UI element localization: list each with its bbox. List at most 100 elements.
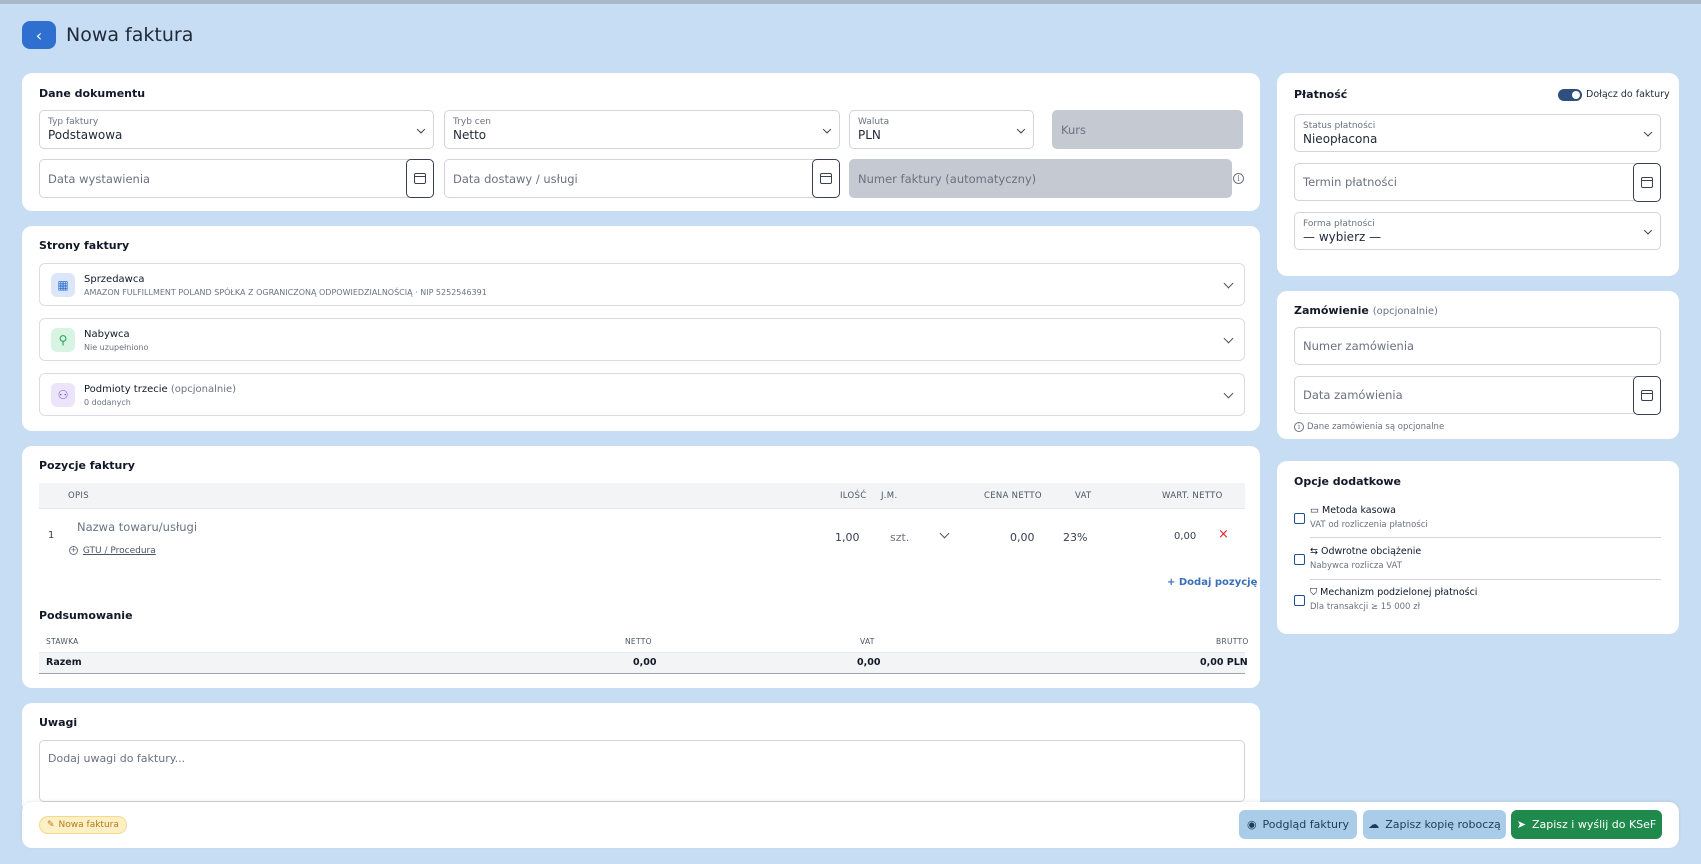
price-mode-value: Netto: [453, 128, 487, 142]
preview-button[interactable]: ◉ Podgląd faktury: [1239, 810, 1357, 839]
delete-row-icon[interactable]: ×: [1218, 527, 1229, 542]
notes-textarea[interactable]: Dodaj uwagi do faktury...: [39, 740, 1245, 802]
price-mode-select[interactable]: Tryb cen Netto: [444, 110, 840, 149]
payment-status-select[interactable]: Status płatności Nieopłacona: [1294, 114, 1661, 152]
chevron-down-icon: [1223, 333, 1234, 344]
payment-method-value: — wybierz —: [1303, 230, 1382, 244]
payment-due-calendar-button[interactable]: [1633, 163, 1661, 202]
issue-date-input[interactable]: Data wystawienia: [39, 159, 434, 198]
item-net-price-input[interactable]: 0,00: [1010, 531, 1035, 544]
options-divider: [1310, 537, 1661, 538]
payment-status-value: Nieopłacona: [1303, 132, 1378, 146]
attach-toggle[interactable]: [1558, 89, 1582, 101]
send-icon: ➤: [1516, 818, 1526, 831]
info-icon[interactable]: i: [1233, 173, 1244, 184]
buyer-title: Nabywca: [84, 329, 130, 340]
currency-select[interactable]: Waluta PLN: [849, 110, 1034, 149]
invoice-type-select[interactable]: Typ faktury Podstawowa: [39, 110, 434, 149]
page-title: Nowa faktura: [66, 24, 194, 46]
split-payment-title: ⛉ Mechanizm podzielonej płatności: [1310, 587, 1478, 598]
cash-method-checkbox[interactable]: [1294, 513, 1305, 524]
seller-subtitle: AMAZON FULFILLMENT POLAND SPÓŁKA Z OGRAN…: [84, 288, 487, 297]
col-net-price: CENA NETTO: [984, 491, 1042, 501]
eye-icon: ◉: [1246, 818, 1257, 831]
order-title: Zamówienie (opcjonalnie): [1294, 304, 1438, 317]
save-send-ksef-button[interactable]: ➤ Zapisz i wyślij do KSeF: [1511, 810, 1662, 839]
invoice-type-label: Typ faktury: [48, 117, 99, 127]
gtu-procedure-link[interactable]: + GTU / Procedura: [69, 546, 156, 556]
parties-card-title: Strony faktury: [39, 239, 130, 252]
back-button[interactable]: ‹: [22, 21, 56, 49]
chevron-down-icon: [416, 124, 426, 134]
calendar-icon: [414, 173, 426, 184]
plus-icon: +: [1167, 577, 1176, 588]
calendar-icon: [1641, 177, 1653, 188]
items-card-title: Pozycje faktury: [39, 459, 135, 472]
swap-arrows-icon: ⇆: [1310, 546, 1318, 557]
add-item-button[interactable]: + Dodaj pozycję: [1167, 577, 1257, 588]
toggle-knob: [1572, 91, 1580, 99]
top-border: [0, 0, 1701, 4]
order-date-placeholder: Data zamówienia: [1303, 388, 1403, 402]
invoice-number-placeholder: Numer faktury (automatyczny): [858, 171, 1037, 186]
exchange-rate-placeholder: Kurs: [1061, 122, 1086, 137]
third-parties-optional: (opcjonalnie): [170, 384, 237, 395]
item-name-input[interactable]: Nazwa towaru/usługi: [77, 520, 197, 534]
invoice-number-input[interactable]: Numer faktury (automatyczny): [849, 159, 1232, 198]
notes-title: Uwagi: [39, 716, 78, 729]
options-card: Opcje dodatkowe ▭ Metoda kasowa VAT od r…: [1277, 461, 1679, 634]
cash-register-icon: ▭: [1310, 505, 1319, 516]
col-qty: ILOŚĆ: [840, 491, 867, 501]
document-card: Dane dokumentu Typ faktury Podstawowa Tr…: [22, 73, 1260, 211]
items-card: Pozycje faktury OPIS ILOŚĆ J.M. CENA NET…: [22, 446, 1260, 688]
order-card: Zamówienie (opcjonalnie) Numer zamówieni…: [1277, 291, 1679, 439]
info-icon: i: [1294, 422, 1304, 432]
document-card-title: Dane dokumentu: [39, 87, 146, 100]
col-desc: OPIS: [68, 491, 89, 501]
order-date-calendar-button[interactable]: [1633, 376, 1661, 415]
col-vat: VAT: [1075, 491, 1092, 501]
options-divider: [1310, 579, 1661, 580]
items-table-header: [39, 483, 1245, 509]
chevron-down-icon: [1223, 388, 1234, 399]
third-parties-title: Podmioty trzecie (opcjonalnie): [84, 384, 237, 395]
third-parties-section[interactable]: ⚇ Podmioty trzecie (opcjonalnie) 0 dodan…: [39, 373, 1245, 416]
payment-method-select[interactable]: Forma płatności — wybierz —: [1294, 212, 1661, 250]
order-number-placeholder: Numer zamówienia: [1303, 339, 1415, 353]
page-header: ‹ Nowa faktura: [22, 20, 193, 50]
delivery-date-calendar-button[interactable]: [812, 159, 840, 198]
exchange-rate-input[interactable]: Kurs: [1052, 110, 1243, 149]
chevron-down-icon: [822, 124, 832, 134]
summary-total-net: 0,00: [633, 657, 657, 668]
chevron-down-icon: [1643, 128, 1653, 137]
split-payment-checkbox[interactable]: [1294, 595, 1305, 606]
order-date-input[interactable]: Data zamówienia: [1294, 376, 1661, 415]
payment-title: Płatność: [1294, 88, 1348, 101]
summary-title: Podsumowanie: [39, 609, 133, 622]
attach-label: Dołącz do faktury: [1586, 89, 1670, 100]
plus-circle-icon: +: [69, 546, 78, 555]
buyer-section[interactable]: ⚲ Nabywca Nie uzupełniono: [39, 318, 1245, 361]
cloud-upload-icon: ☁: [1368, 818, 1380, 831]
issue-date-calendar-button[interactable]: [406, 159, 434, 198]
cash-method-title: ▭ Metoda kasowa: [1310, 505, 1396, 516]
row-number: 1: [48, 530, 55, 541]
chevron-down-icon[interactable]: [939, 528, 950, 539]
reverse-charge-checkbox[interactable]: [1294, 554, 1305, 565]
pencil-icon: ✎: [47, 820, 55, 830]
save-draft-button[interactable]: ☁ Zapisz kopię roboczą: [1363, 810, 1506, 839]
payment-due-input[interactable]: Termin płatności: [1294, 163, 1661, 202]
reverse-charge-subtitle: Nabywca rozlicza VAT: [1310, 561, 1402, 571]
item-vat-select[interactable]: 23%: [1063, 531, 1087, 544]
summary-total-label: Razem: [46, 657, 82, 668]
chevron-down-icon: [1223, 278, 1234, 289]
third-parties-subtitle: 0 dodanych: [84, 398, 131, 407]
item-unit-select[interactable]: szt.: [890, 531, 909, 544]
seller-section[interactable]: ▦ Sprzedawca AMAZON FULFILLMENT POLAND S…: [39, 263, 1245, 306]
footer-bar: ✎ Nowa faktura ◉ Podgląd faktury ☁ Zapisz …: [22, 802, 1679, 848]
options-title: Opcje dodatkowe: [1294, 475, 1401, 488]
order-number-input[interactable]: Numer zamówienia: [1294, 327, 1661, 365]
item-qty-input[interactable]: 1,00: [835, 531, 860, 544]
currency-value: PLN: [858, 128, 881, 142]
delivery-date-input[interactable]: Data dostawy / usługi: [444, 159, 840, 198]
